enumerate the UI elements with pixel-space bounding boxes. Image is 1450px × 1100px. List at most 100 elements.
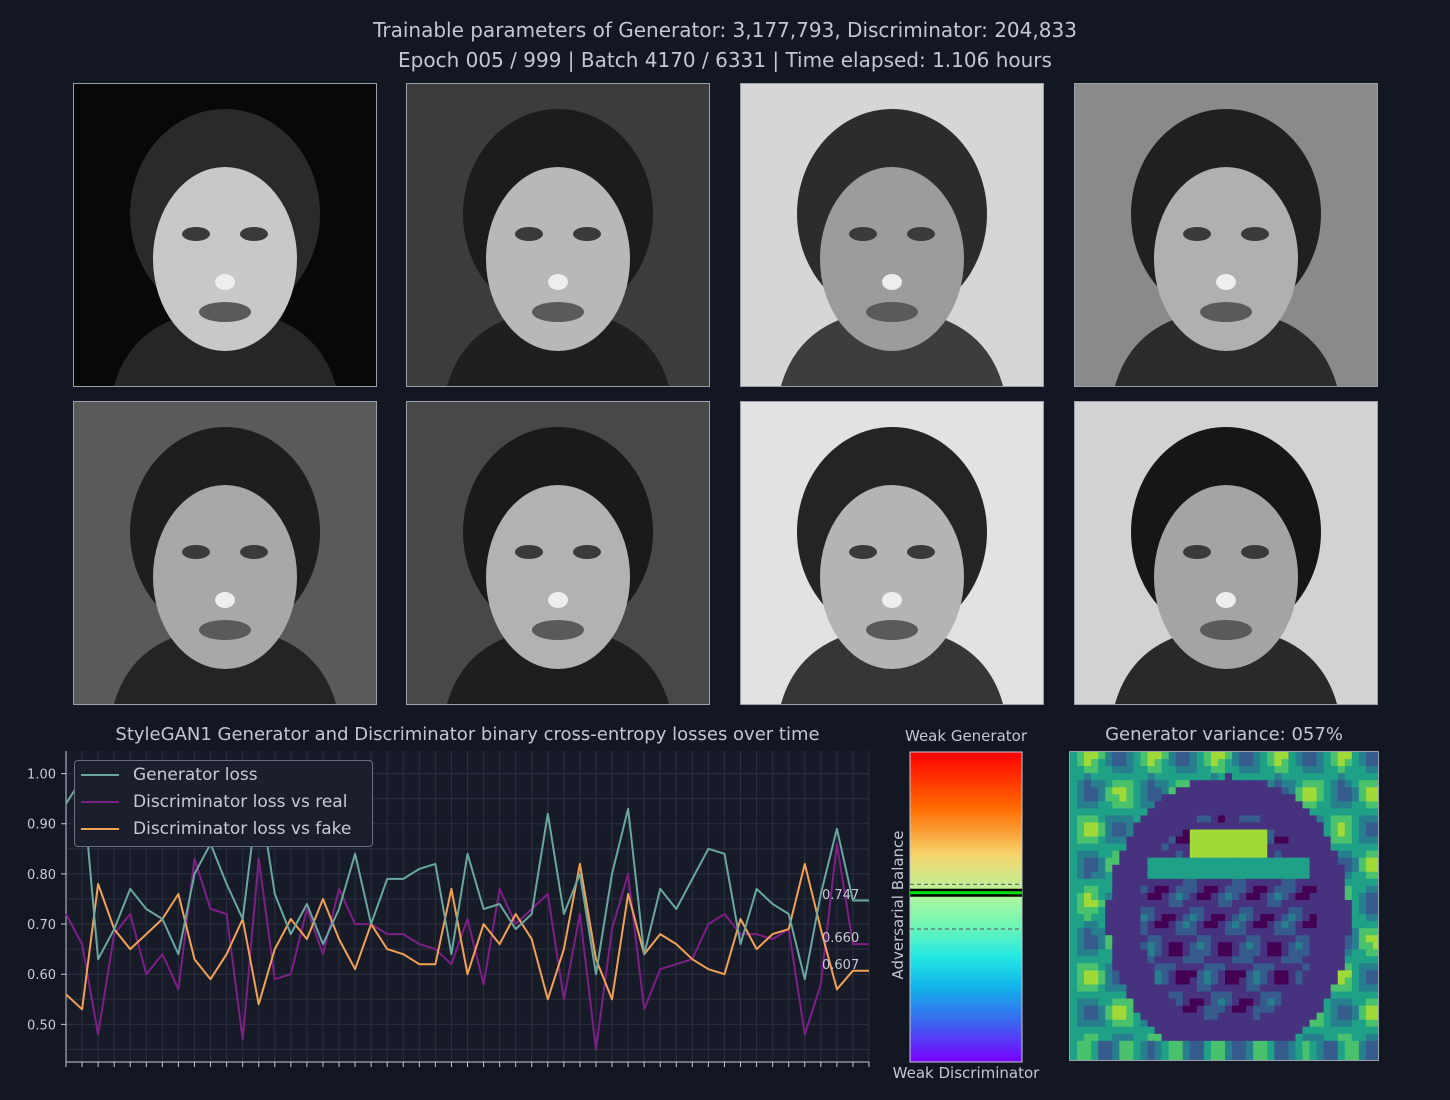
heatmap-cell: [1316, 998, 1325, 1007]
heatmap-cell: [1274, 1054, 1282, 1060]
heatmap-cell: [1070, 899, 1078, 908]
heatmap-cell: [1070, 892, 1078, 901]
heatmap-cell: [1344, 829, 1353, 837]
heatmap-cell: [1070, 914, 1078, 922]
heatmap-cell: [1126, 766, 1134, 774]
heatmap-cell: [1077, 857, 1085, 866]
heatmap-cell: [1344, 956, 1353, 964]
heatmap-cell: [1091, 1054, 1099, 1060]
heatmap-cell: [1274, 857, 1282, 866]
heatmap-cell: [1295, 899, 1303, 908]
heatmap-cell: [1330, 1033, 1339, 1042]
heatmap-cell: [1246, 1005, 1254, 1014]
heatmap-cell: [1105, 1005, 1113, 1014]
heatmap-cell: [1098, 1033, 1106, 1042]
heatmap-cell: [1133, 899, 1141, 908]
heatmap-cell: [1316, 892, 1325, 901]
heatmap-cell: [1168, 956, 1177, 964]
heatmap-cell: [1126, 864, 1134, 873]
heatmap-cell: [1351, 949, 1360, 957]
heatmap-cell: [1091, 808, 1099, 816]
heatmap-cell: [1210, 878, 1219, 887]
heatmap-cell: [1133, 864, 1141, 873]
heatmap-cell: [1175, 1005, 1184, 1014]
heatmap-cell: [1196, 822, 1205, 830]
heatmap-cell: [1225, 1054, 1233, 1060]
heatmap-cell: [1105, 1040, 1113, 1049]
heatmap-cell: [1351, 1047, 1360, 1056]
heatmap-cell: [1126, 794, 1134, 802]
heatmap-cell: [1070, 977, 1078, 985]
heatmap-cell: [1267, 857, 1275, 866]
heatmap-cell: [1133, 991, 1141, 999]
heatmap-cell: [1077, 921, 1085, 929]
heatmap-cell: [1161, 998, 1170, 1007]
heatmap-cell: [1267, 899, 1275, 908]
heatmap-cell: [1309, 977, 1317, 985]
heatmap-cell: [1196, 956, 1205, 964]
heatmap-cell: [1295, 752, 1303, 760]
heatmap-cell: [1330, 892, 1339, 901]
heatmap-cell: [1225, 752, 1233, 760]
heatmap-cell: [1168, 1054, 1177, 1060]
heatmap-cell: [1161, 1047, 1170, 1056]
heatmap-cell: [1267, 864, 1275, 873]
heatmap-cell: [1070, 1033, 1078, 1042]
heatmap-cell: [1295, 991, 1303, 999]
heatmap-cell: [1323, 984, 1332, 992]
heatmap-cell: [1210, 780, 1219, 788]
heatmap-cell: [1365, 977, 1374, 985]
heatmap-cell: [1133, 878, 1141, 887]
heatmap-cell: [1175, 928, 1184, 936]
heatmap-cell: [1281, 963, 1289, 971]
heatmap-cell: [1253, 899, 1261, 908]
heatmap-cell: [1274, 885, 1282, 894]
heatmap-cell: [1091, 787, 1099, 795]
heatmap-cell: [1344, 991, 1353, 999]
heatmap-cell: [1217, 949, 1226, 957]
heatmap-cell: [1196, 878, 1205, 887]
heatmap-cell: [1239, 921, 1247, 929]
heatmap-cell: [1119, 836, 1127, 844]
heatmap-cell: [1267, 780, 1275, 788]
heatmap-cell: [1140, 1026, 1148, 1035]
heatmap-cell: [1225, 949, 1233, 957]
heatmap-cell: [1189, 829, 1198, 837]
heatmap-cell: [1372, 998, 1378, 1007]
heatmap-cell: [1154, 1054, 1162, 1060]
heatmap-cell: [1246, 1026, 1254, 1035]
heatmap-cell: [1189, 984, 1198, 992]
heatmap-cell: [1267, 773, 1275, 781]
heatmap-cell: [1210, 1040, 1219, 1049]
heatmap-cell: [1309, 759, 1317, 767]
heatmap-cell: [1323, 878, 1332, 887]
heatmap-cell: [1217, 773, 1226, 781]
heatmap-cell: [1337, 857, 1346, 866]
heatmap-cell: [1260, 836, 1268, 844]
heatmap-cell: [1161, 759, 1170, 767]
heatmap-cell: [1217, 857, 1226, 866]
sample-eye-left: [849, 227, 877, 241]
heatmap-cell: [1203, 1026, 1212, 1035]
heatmap-cell: [1119, 1047, 1127, 1056]
heatmap-cell: [1330, 949, 1339, 957]
heatmap-cell: [1267, 1033, 1275, 1042]
heatmap-cell: [1077, 815, 1085, 823]
heatmap-cell: [1232, 1012, 1240, 1021]
heatmap-cell: [1189, 885, 1198, 894]
heatmap-cell: [1288, 843, 1296, 852]
heatmap-cell: [1225, 885, 1233, 894]
heatmap-cell: [1302, 907, 1310, 915]
heatmap-cell: [1196, 949, 1205, 957]
heatmap-cell: [1105, 780, 1113, 788]
heatmap-cell: [1196, 892, 1205, 901]
heatmap-cell: [1217, 956, 1226, 964]
heatmap-cell: [1316, 794, 1325, 802]
heatmap-cell: [1295, 1005, 1303, 1014]
heatmap-cell: [1196, 907, 1205, 915]
sample-nose: [548, 274, 568, 290]
heatmap-cell: [1267, 843, 1275, 852]
heatmap-cell: [1288, 1012, 1296, 1021]
heatmap-cell: [1295, 794, 1303, 802]
heatmap-cell: [1203, 836, 1212, 844]
